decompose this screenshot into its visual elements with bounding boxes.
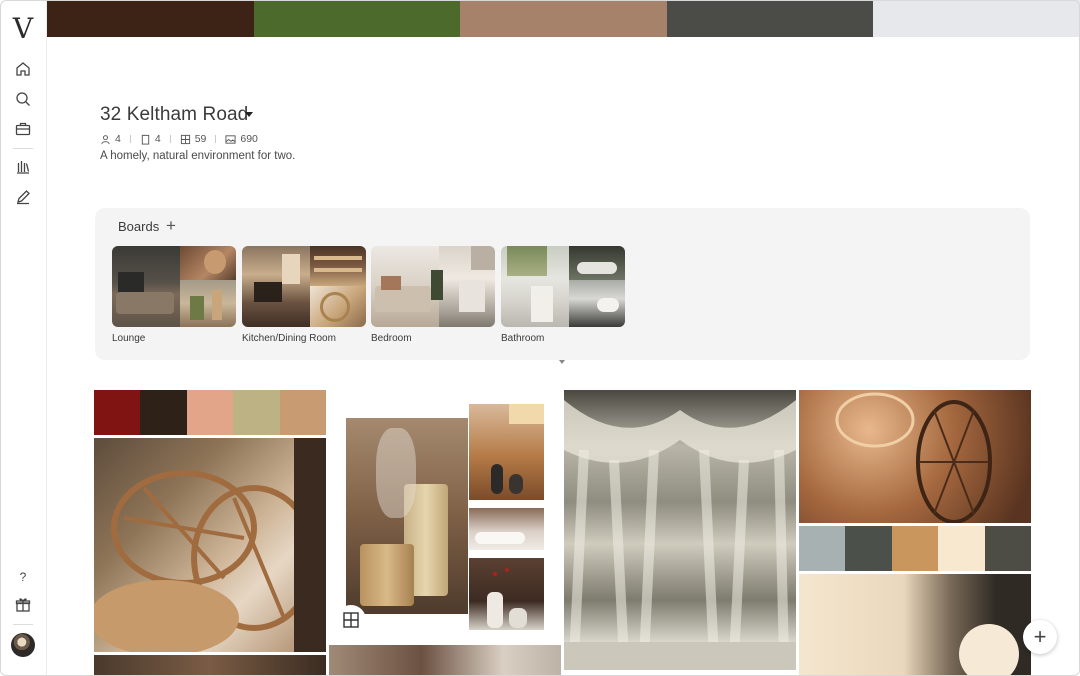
color-swatch — [94, 390, 141, 435]
project-title[interactable]: 32 Keltham Road — [100, 104, 248, 126]
board-thumbnail[interactable] — [501, 246, 625, 327]
boards-heading: Boards — [118, 219, 160, 234]
project-menu-caret-icon[interactable] — [245, 112, 253, 117]
moodboard-image-basin[interactable] — [469, 508, 544, 550]
add-image-button[interactable]: + — [1023, 620, 1057, 654]
sidebar-divider — [13, 624, 33, 625]
moodboard-image-vases[interactable] — [469, 404, 544, 500]
image-icon — [225, 134, 236, 144]
search-icon[interactable] — [14, 90, 32, 108]
board-label: Kitchen/Dining Room — [242, 333, 336, 344]
help-icon[interactable]: ? — [14, 568, 32, 586]
color-swatch — [140, 390, 187, 435]
grid-icon — [180, 134, 190, 144]
board-label: Bedroom — [371, 333, 412, 344]
boards-panel: Boards + Lounge Kitchen/Dining Room Bedr… — [95, 208, 1030, 364]
color-swatch — [938, 526, 985, 571]
stat-rooms: 4 — [140, 133, 161, 145]
person-icon — [101, 134, 110, 144]
color-swatch-row — [799, 526, 1032, 571]
sidebar-divider — [13, 148, 33, 149]
color-swatch — [186, 390, 234, 435]
home-icon[interactable] — [14, 60, 32, 78]
palette-color — [666, 0, 874, 37]
user-avatar[interactable] — [11, 633, 35, 657]
color-swatch — [845, 526, 892, 571]
grid-layout-icon — [343, 612, 359, 628]
collapse-boards-chevron-icon[interactable] — [559, 360, 565, 364]
stat-people: 4 — [100, 133, 121, 145]
moodboard-image-candles[interactable] — [346, 418, 468, 614]
image-content — [94, 438, 326, 652]
color-swatch-row — [94, 390, 327, 435]
moodboard-image[interactable] — [94, 655, 326, 676]
palette-color — [460, 0, 667, 37]
color-swatch — [891, 526, 939, 571]
sidebar: V ? — [0, 0, 47, 676]
board-card-bedroom[interactable]: Bedroom — [371, 246, 495, 344]
palette-color — [253, 0, 461, 37]
app-logo[interactable]: V — [10, 12, 36, 46]
add-board-button[interactable]: + — [166, 216, 176, 236]
project-description: A homely, natural environment for two. — [100, 150, 296, 162]
moodboard-image-rattan-chair[interactable] — [94, 438, 326, 652]
board-card-lounge[interactable]: Lounge — [112, 246, 236, 344]
briefcase-icon[interactable] — [14, 120, 32, 138]
color-swatch — [799, 526, 846, 571]
palette-color — [47, 0, 254, 37]
moodboard-image-soft-light[interactable] — [799, 574, 1031, 676]
project-palette-strip — [47, 0, 1080, 37]
board-label: Lounge — [112, 333, 146, 344]
image-content — [564, 400, 796, 670]
board-thumbnail[interactable] — [371, 246, 495, 327]
color-swatch — [233, 390, 280, 435]
board-card-kitchen-dining[interactable]: Kitchen/Dining Room — [242, 246, 366, 344]
board-thumbnail[interactable] — [112, 246, 236, 327]
pen-icon[interactable] — [14, 188, 32, 206]
project-stats: 4 4 59 690 — [100, 133, 258, 145]
door-icon — [141, 134, 150, 145]
board-thumbnail[interactable] — [242, 246, 366, 327]
image-content — [835, 392, 992, 523]
gift-icon[interactable] — [14, 596, 32, 614]
stat-images: 690 — [225, 133, 258, 145]
moodboard-image-curtain[interactable] — [564, 390, 796, 670]
board-label: Bathroom — [501, 333, 545, 344]
palette-color — [873, 0, 1080, 37]
board-card-bathroom[interactable]: Bathroom — [501, 246, 625, 344]
library-icon[interactable] — [14, 158, 32, 176]
stat-boards: 59 — [180, 133, 206, 145]
color-swatch — [279, 390, 327, 435]
moodboard-image-bottles[interactable] — [469, 558, 544, 630]
layout-grid-button[interactable] — [336, 605, 366, 635]
color-swatch — [984, 526, 1032, 571]
moodboard-image-pendant-lamps[interactable] — [799, 390, 1031, 523]
moodboard-image[interactable] — [329, 645, 561, 676]
